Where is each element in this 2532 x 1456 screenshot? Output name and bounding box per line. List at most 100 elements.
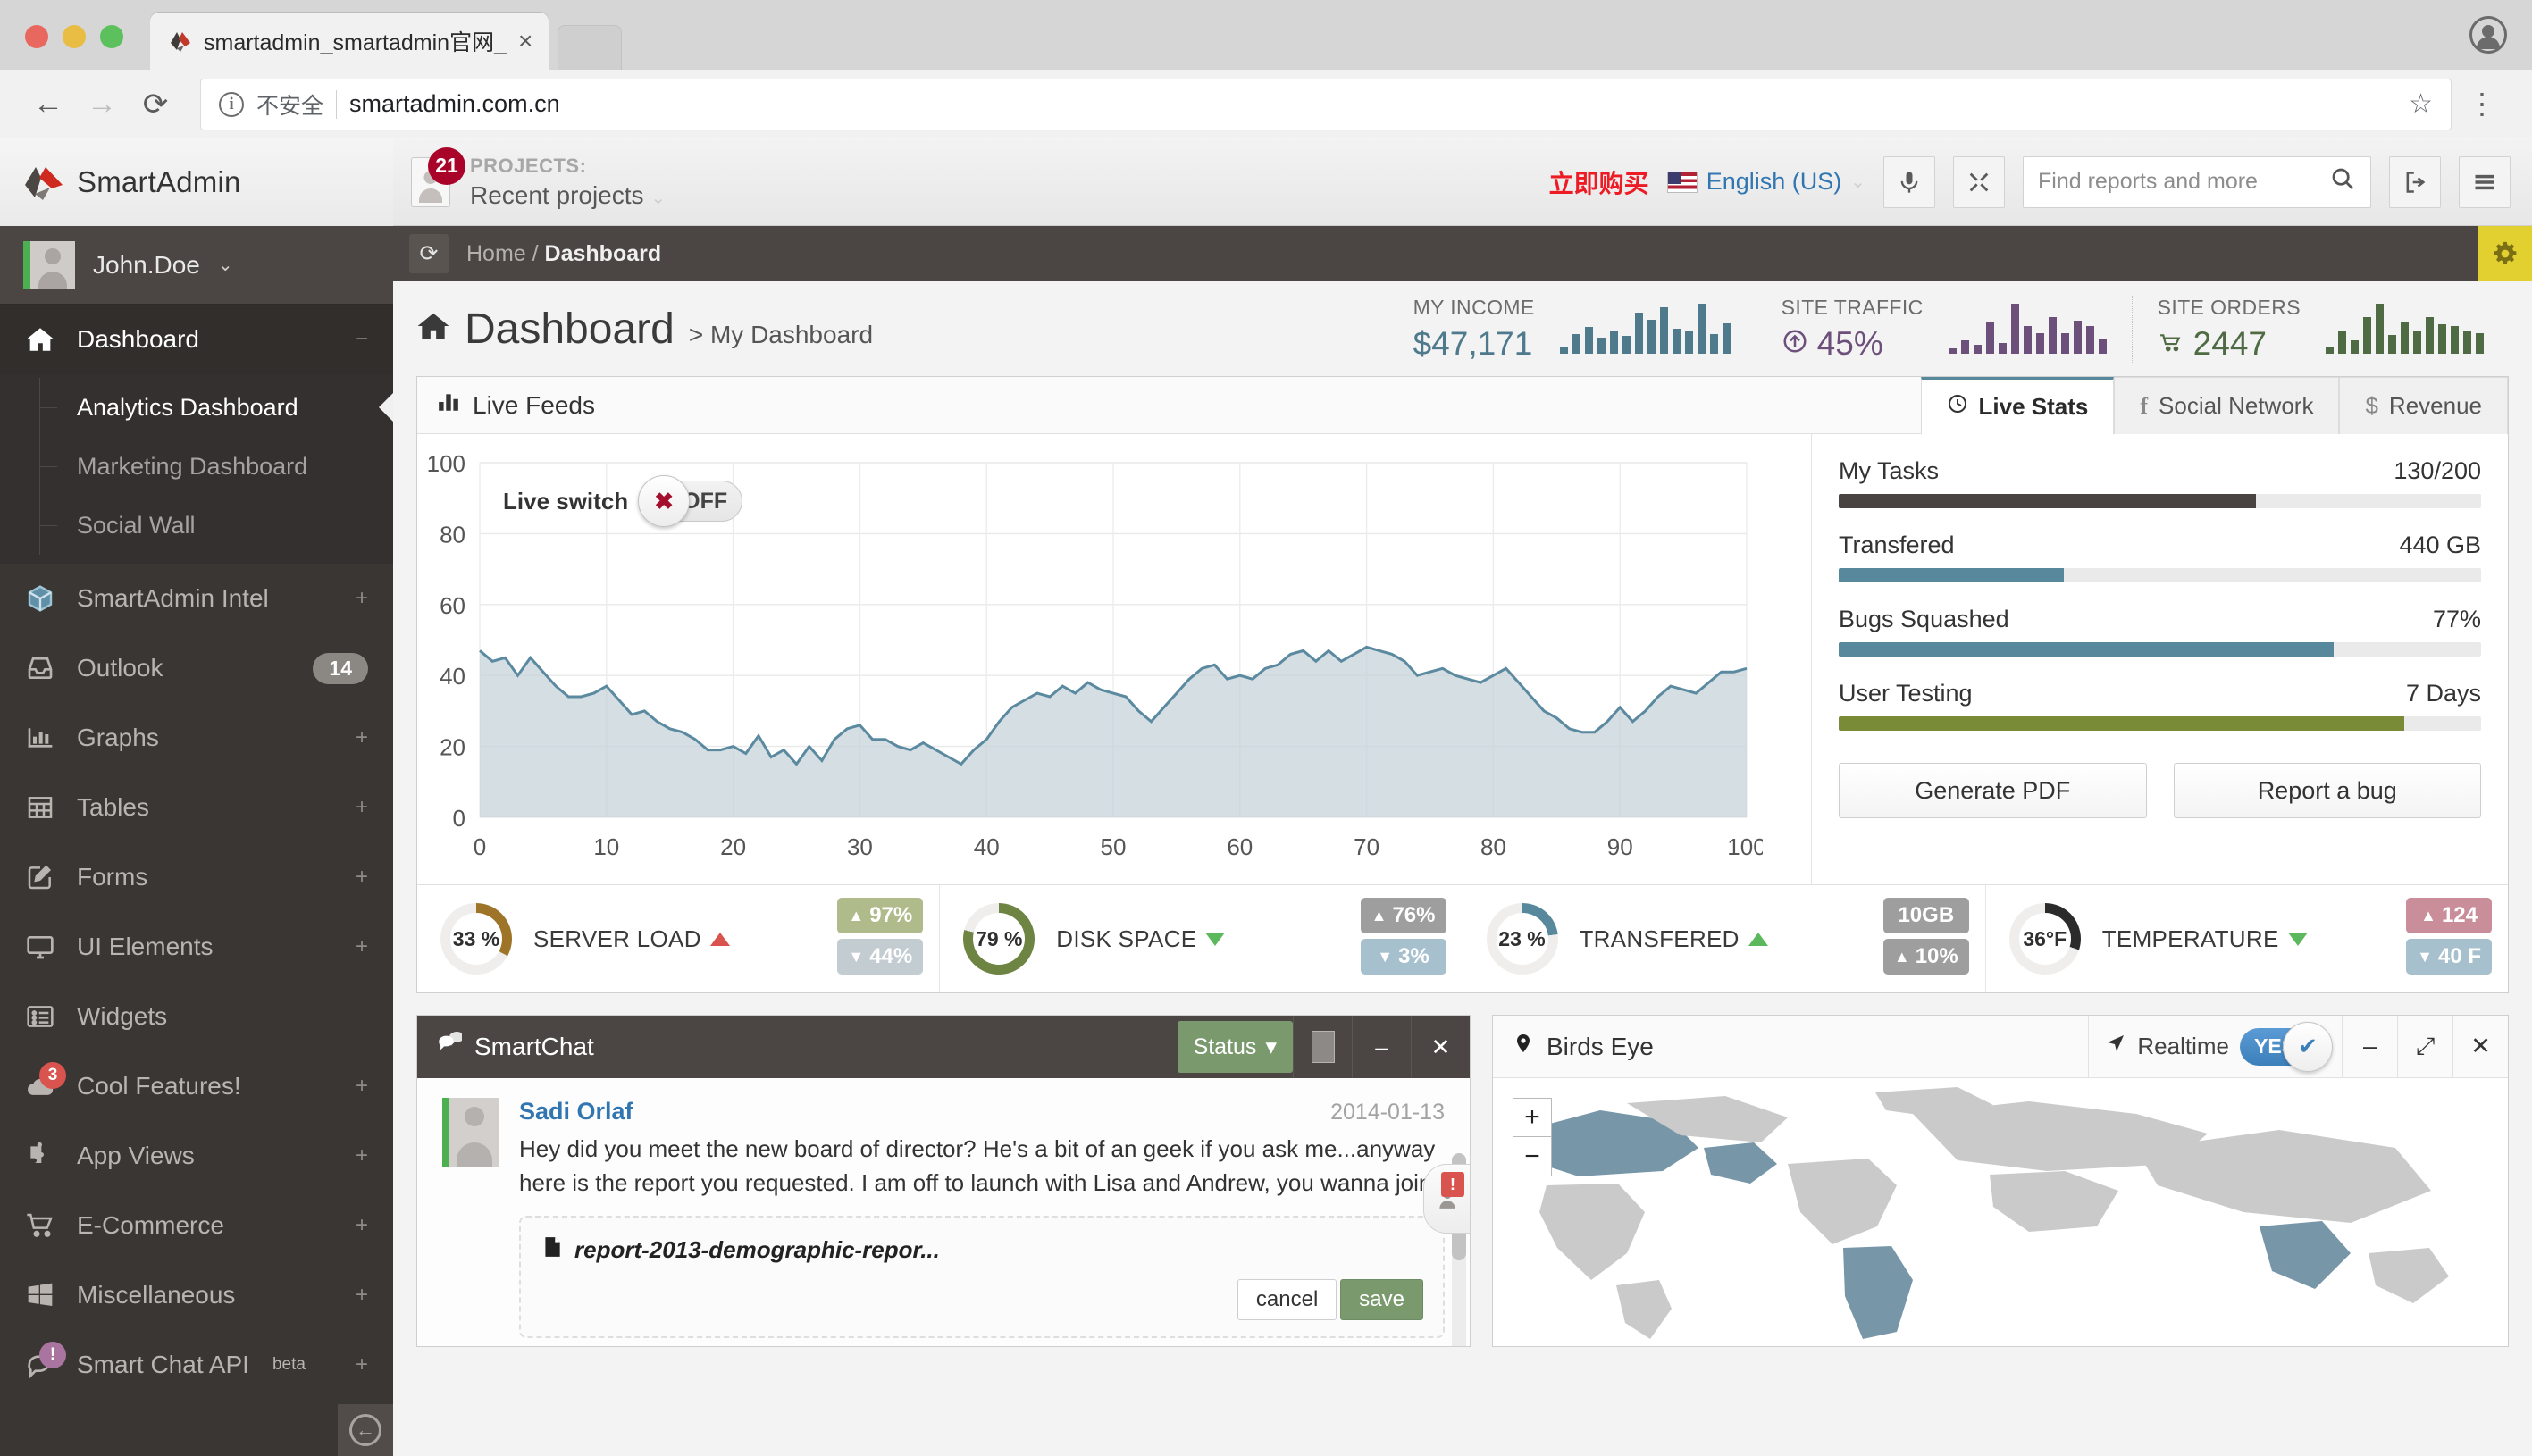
minimize-icon[interactable]: –: [2342, 1016, 2397, 1078]
expand-icon[interactable]: +: [356, 1283, 368, 1308]
stat-label: Transfered: [1839, 531, 1955, 558]
language-selector[interactable]: English (US) ⌄: [1666, 168, 1865, 196]
sidebar-item-miscellaneous[interactable]: Miscellaneous +: [0, 1260, 393, 1330]
browser-profile-icon[interactable]: [2469, 16, 2507, 54]
hamburger-icon[interactable]: [2459, 155, 2511, 208]
sidebar-user[interactable]: John.Doe ⌄: [0, 226, 393, 305]
close-icon[interactable]: ✕: [2452, 1016, 2508, 1078]
gauge-disk-space[interactable]: 79 % DISK SPACE ▲ 76% ▼ 3%: [939, 885, 1462, 992]
tab-social-network[interactable]: f Social Network: [2114, 377, 2340, 434]
sidebar-item-smartadmin-intel[interactable]: SmartAdmin Intel +: [0, 564, 393, 633]
forward-icon[interactable]: →: [77, 79, 127, 130]
attachment-row[interactable]: report-2013-demographic-repor...: [541, 1234, 1423, 1267]
buy-now-button[interactable]: 立即购买: [1549, 164, 1649, 200]
project-avatar[interactable]: 21: [411, 146, 465, 207]
expand-icon[interactable]: +: [356, 1352, 368, 1377]
chat-message-user[interactable]: Sadi Orlaf: [519, 1098, 633, 1125]
sidebar-item-graphs[interactable]: Graphs +: [0, 703, 393, 773]
url-bar[interactable]: i 不安全 smartadmin.com.cn ☆: [200, 78, 2452, 130]
svg-text:20: 20: [440, 734, 465, 761]
refresh-icon[interactable]: ⟳: [409, 234, 449, 273]
expand-icon[interactable]: +: [356, 1213, 368, 1238]
sidebar-item-smart-chat-api[interactable]: ! Smart Chat API beta +: [0, 1330, 393, 1400]
maximize-window-button[interactable]: [100, 25, 123, 48]
sidebar-item-social-wall[interactable]: Social Wall: [0, 496, 393, 555]
sidebar-item-analytics-dashboard[interactable]: Analytics Dashboard: [0, 378, 393, 437]
sidebar-item-cool-features[interactable]: 3 Cool Features! +: [0, 1051, 393, 1121]
kpi-site-orders[interactable]: SITE ORDERS 2447: [2131, 295, 2509, 363]
new-tab-button[interactable]: [558, 25, 623, 70]
close-icon[interactable]: ✕: [1411, 1016, 1470, 1078]
gauge-temperature[interactable]: 36°F TEMPERATURE ▲ 124 ▼ 40 F: [1984, 885, 2508, 992]
collapse-expander-icon[interactable]: −: [356, 327, 368, 352]
zoom-out-button[interactable]: −: [1513, 1137, 1552, 1176]
expand-icon[interactable]: ⤢: [2397, 1016, 2452, 1078]
avatar-body: [38, 271, 67, 289]
realtime-toggle[interactable]: YES ✔: [2240, 1021, 2333, 1072]
sidebar-item-forms[interactable]: Forms +: [0, 842, 393, 912]
sidebar-item-ecommerce[interactable]: E-Commerce +: [0, 1191, 393, 1260]
tab-live-stats[interactable]: Live Stats: [1920, 377, 2115, 434]
expand-icon[interactable]: +: [356, 725, 368, 750]
sidebar-item-label: Outlook: [77, 654, 163, 682]
zoom-in-button[interactable]: +: [1513, 1098, 1552, 1137]
logout-icon[interactable]: [2389, 155, 2441, 208]
sidebar-item-outlook[interactable]: Outlook 14: [0, 633, 393, 703]
svg-text:60: 60: [440, 592, 465, 619]
sidebar-item-tables[interactable]: Tables +: [0, 773, 393, 842]
sidebar-item-dashboard[interactable]: Dashboard −: [0, 305, 393, 374]
tab-close-icon[interactable]: ×: [518, 29, 532, 54]
status-dropdown[interactable]: Status ▾: [1177, 1021, 1293, 1073]
site-info-icon[interactable]: i: [219, 91, 244, 117]
breadcrumb-home[interactable]: Home: [466, 241, 526, 266]
live-switch-toggle[interactable]: OFF ✖: [638, 475, 743, 527]
generate-pdf-button[interactable]: Generate PDF: [1839, 763, 2147, 818]
world-map[interactable]: + −: [1493, 1078, 2508, 1346]
search-input[interactable]: [2038, 169, 2329, 195]
fullscreen-icon[interactable]: [1953, 155, 2005, 208]
svg-text:10: 10: [593, 833, 619, 860]
live-switch[interactable]: Live switch OFF ✖: [503, 475, 743, 527]
sidebar-collapse-button[interactable]: ←: [338, 1404, 393, 1456]
minimize-icon[interactable]: –: [1352, 1016, 1411, 1078]
sidebar-item-app-views[interactable]: App Views +: [0, 1121, 393, 1191]
sidebar-item-marketing-dashboard[interactable]: Marketing Dashboard: [0, 437, 393, 496]
kpi-site-traffic[interactable]: SITE TRAFFIC 45%: [1755, 295, 2132, 363]
minimize-window-button[interactable]: [63, 25, 86, 48]
expand-icon[interactable]: +: [356, 1074, 368, 1099]
expand-icon[interactable]: +: [356, 1143, 368, 1168]
cancel-button[interactable]: cancel: [1237, 1279, 1337, 1321]
gear-icon[interactable]: [2478, 226, 2532, 281]
save-button[interactable]: save: [1340, 1279, 1423, 1321]
clock-icon: [1947, 393, 1968, 421]
maximize-icon[interactable]: [1293, 1016, 1352, 1078]
gauge-transfered[interactable]: 23 % TRANSFERED 10GB ▲ 10%: [1462, 885, 1985, 992]
gauge-server-load[interactable]: 33 % SERVER LOAD ▲ 97% ▼ 44%: [417, 885, 939, 992]
reload-icon[interactable]: ⟳: [130, 79, 180, 130]
browser-menu-icon[interactable]: ⋮: [2455, 89, 2509, 119]
chat-user-tab[interactable]: !: [1423, 1164, 1470, 1234]
sidebar-item-widgets[interactable]: Widgets: [0, 982, 393, 1051]
bookmark-star-icon[interactable]: ☆: [2409, 88, 2433, 120]
active-pointer-icon: [379, 393, 393, 422]
gauge-tag: ▲ 10%: [1882, 939, 1969, 975]
realtime-control[interactable]: Realtime YES ✔: [2088, 1016, 2342, 1078]
expand-icon[interactable]: +: [356, 934, 368, 959]
recent-projects-dropdown[interactable]: Recent projects ⌄: [470, 181, 666, 210]
projects-block[interactable]: 21 PROJECTS: Recent projects ⌄: [393, 146, 666, 210]
tab-revenue[interactable]: $ Revenue: [2339, 377, 2508, 434]
search-box[interactable]: [2023, 155, 2371, 208]
expand-icon[interactable]: +: [356, 795, 368, 820]
expand-icon[interactable]: +: [356, 865, 368, 890]
back-icon[interactable]: ←: [23, 79, 73, 130]
report-a-bug-button[interactable]: Report a bug: [2173, 763, 2481, 818]
search-icon[interactable]: [2329, 165, 2356, 198]
status-label: Status: [1193, 1033, 1257, 1059]
sidebar-item-ui-elements[interactable]: UI Elements +: [0, 912, 393, 982]
mic-icon[interactable]: [1883, 155, 1935, 208]
kpi-my-income[interactable]: MY INCOME $47,171: [1388, 296, 1756, 363]
brand-block[interactable]: SmartAdmin: [0, 138, 393, 226]
expand-icon[interactable]: +: [356, 586, 368, 611]
close-window-button[interactable]: [25, 25, 48, 48]
browser-tab[interactable]: smartadmin_smartadmin官网_s ×: [150, 13, 549, 70]
